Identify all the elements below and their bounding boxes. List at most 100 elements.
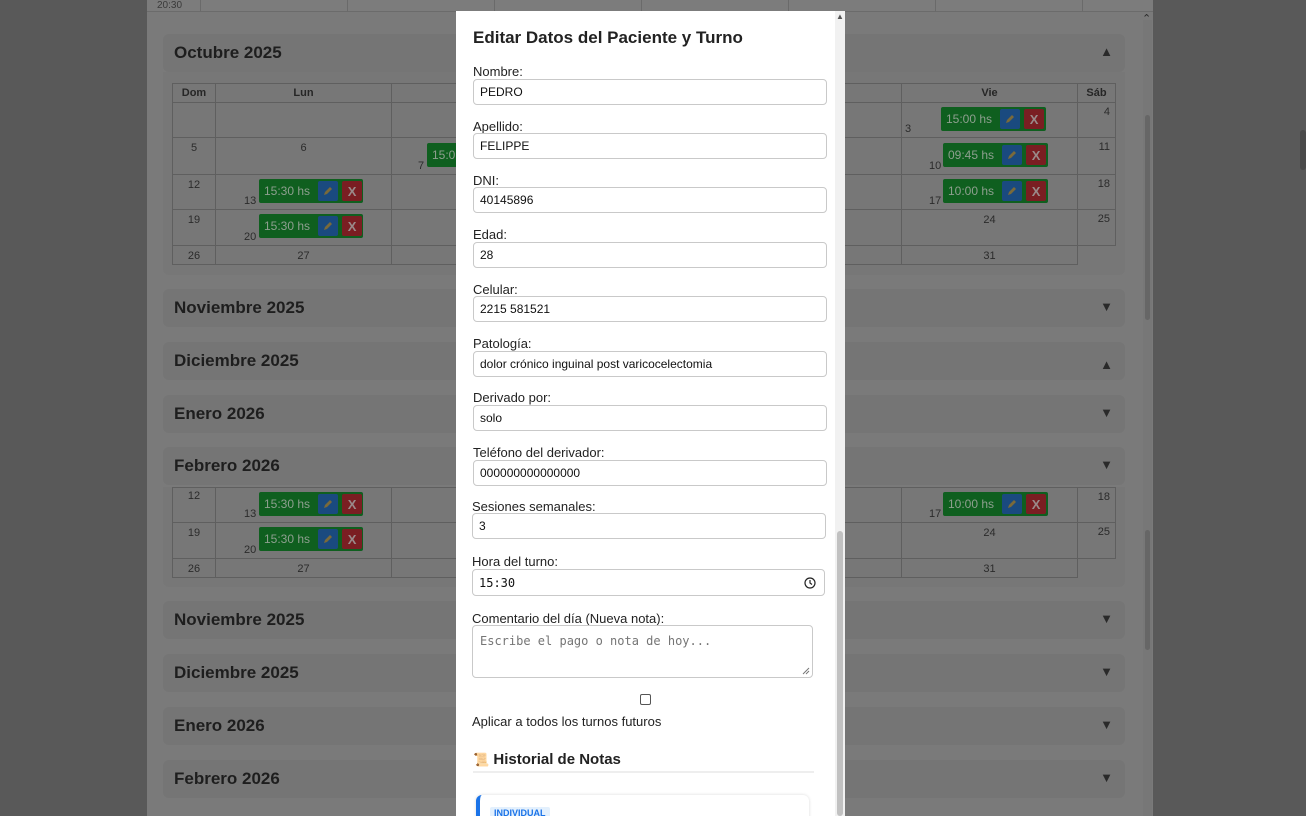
derivado-input[interactable]: solo (473, 405, 827, 431)
expand-icon[interactable]: ▼ (1100, 664, 1113, 679)
modal-scrollbar[interactable]: ▲ (835, 11, 845, 816)
edit-pencil-icon[interactable] (1002, 181, 1023, 201)
day-cell[interactable]: 13 15:30 hs X (215, 487, 392, 523)
day-cell[interactable]: 3 15:00 hs X (901, 102, 1078, 138)
delete-button[interactable]: X (1026, 145, 1047, 165)
appointment-chip[interactable]: 15:30 hs X (259, 179, 363, 203)
day-cell[interactable]: 31 (901, 558, 1078, 578)
edit-pencil-icon[interactable] (318, 181, 339, 201)
celular-input[interactable]: 2215 581521 (473, 296, 827, 322)
day-cell[interactable]: 18 (1077, 487, 1116, 523)
edit-pencil-icon[interactable] (318, 529, 339, 549)
delete-button[interactable]: X (1026, 494, 1047, 514)
edit-pencil-icon[interactable] (1002, 494, 1023, 514)
collapse-icon[interactable]: ▲ (1100, 357, 1113, 372)
weekday-vie: Vie (901, 83, 1078, 103)
day-cell[interactable]: 13 15:30 hs X (215, 174, 392, 210)
day-cell[interactable]: 17 10:00 hs X (901, 487, 1078, 523)
patologia-input[interactable]: dolor crónico inguinal post varicocelect… (473, 351, 827, 377)
day-cell[interactable]: 25 (1077, 522, 1116, 559)
appointment-time: 10:00 hs (948, 497, 995, 511)
day-cell-empty (1078, 559, 1116, 578)
weekday-dom: Dom (172, 83, 216, 103)
delete-button[interactable]: X (342, 529, 363, 549)
scrollbar-thumb[interactable] (1145, 115, 1150, 320)
appointment-time: 10:00 hs (948, 184, 995, 198)
hora-time-input[interactable]: 15:30 (472, 569, 825, 596)
day-cell[interactable]: 24 (901, 209, 1078, 246)
expand-icon[interactable]: ▼ (1100, 611, 1113, 626)
day-cell[interactable]: 26 (172, 558, 216, 578)
month-title: Febrero 2026 (174, 456, 280, 475)
day-number: 25 (1097, 526, 1110, 538)
comentario-textarea[interactable]: Escribe el pago o nota de hoy... (472, 625, 813, 678)
apply-all-checkbox[interactable] (640, 694, 651, 705)
day-cell[interactable]: 6 (215, 137, 392, 175)
appointment-chip[interactable]: 10:00 hs X (943, 179, 1048, 203)
collapse-icon[interactable]: ▲ (1100, 44, 1113, 59)
day-cell[interactable]: 20 15:30 hs X (215, 209, 392, 246)
expand-icon[interactable]: ▼ (1100, 405, 1113, 420)
day-cell[interactable]: 12 (172, 174, 216, 210)
appointment-chip[interactable]: 15:30 hs X (259, 527, 363, 551)
day-cell[interactable]: 27 (215, 245, 392, 265)
resize-grip-icon[interactable] (802, 667, 810, 675)
day-cell[interactable]: 18 (1077, 174, 1116, 210)
appointment-chip[interactable]: 15:30 hs X (259, 214, 363, 238)
appointment-chip[interactable]: 09:45 hs X (943, 143, 1048, 167)
day-cell[interactable]: 31 (901, 245, 1078, 265)
dni-input[interactable]: 40145896 (473, 187, 827, 213)
delete-button[interactable]: X (342, 216, 363, 236)
apellido-input[interactable]: FELIPPE (473, 133, 827, 159)
window-edge-handle (1300, 130, 1306, 170)
delete-button[interactable]: X (342, 494, 363, 514)
day-cell[interactable]: 26 (172, 245, 216, 265)
day-cell[interactable]: 20 15:30 hs X (215, 522, 392, 559)
timeline-tick (1082, 0, 1083, 12)
delete-button[interactable]: X (342, 181, 363, 201)
appointment-chip[interactable]: 15:00 hs X (941, 107, 1046, 131)
day-cell[interactable] (172, 102, 216, 138)
day-cell[interactable]: 24 (901, 522, 1078, 559)
page-scrollbar[interactable] (1143, 20, 1152, 816)
expand-icon[interactable]: ▼ (1100, 717, 1113, 732)
day-number: 12 (187, 490, 201, 502)
day-cell[interactable]: 11 (1077, 137, 1116, 175)
expand-icon[interactable]: ▼ (1100, 770, 1113, 785)
day-cell[interactable]: 4 (1077, 102, 1116, 138)
edit-pencil-icon[interactable] (1000, 109, 1021, 129)
day-cell[interactable]: 5 (172, 137, 216, 175)
delete-button[interactable]: X (1024, 109, 1045, 129)
expand-icon[interactable]: ▼ (1100, 457, 1113, 472)
edit-pencil-icon[interactable] (318, 216, 339, 236)
scrollbar-thumb[interactable] (1145, 530, 1150, 650)
edit-pencil-icon[interactable] (318, 494, 339, 514)
day-number: 19 (187, 214, 201, 226)
day-cell[interactable]: 19 (172, 522, 216, 559)
day-cell[interactable]: 10 09:45 hs X (901, 137, 1078, 175)
sesiones-input[interactable]: 3 (472, 513, 826, 539)
celular-label: Celular: (473, 282, 518, 297)
day-cell[interactable]: 17 10:00 hs X (901, 174, 1078, 210)
day-cell[interactable]: 19 (172, 209, 216, 246)
appointment-time: 15:30 hs (264, 184, 311, 198)
modal-scrollbar-thumb[interactable] (837, 531, 843, 816)
clock-icon[interactable] (804, 577, 816, 589)
scroll-up-arrow-icon[interactable]: ▲ (835, 11, 845, 22)
appointment-time: 09:45 hs (948, 148, 995, 162)
edit-pencil-icon[interactable] (1002, 145, 1023, 165)
day-number: 26 (187, 563, 201, 575)
expand-icon[interactable]: ▼ (1100, 299, 1113, 314)
day-cell[interactable]: 25 (1077, 209, 1116, 246)
day-cell[interactable] (215, 102, 392, 138)
day-cell[interactable]: 27 (215, 558, 392, 578)
nombre-input[interactable]: PEDRO (473, 79, 827, 105)
sesiones-label: Sesiones semanales: (472, 499, 596, 514)
day-cell[interactable]: 12 (172, 487, 216, 523)
tel-derivador-input[interactable]: 000000000000000 (473, 460, 827, 486)
appointment-chip[interactable]: 15:30 hs X (259, 492, 363, 516)
appointment-chip[interactable]: 10:00 hs X (943, 492, 1048, 516)
edad-input[interactable]: 28 (473, 242, 827, 268)
delete-button[interactable]: X (1026, 181, 1047, 201)
month-title: Febrero 2026 (174, 769, 280, 788)
